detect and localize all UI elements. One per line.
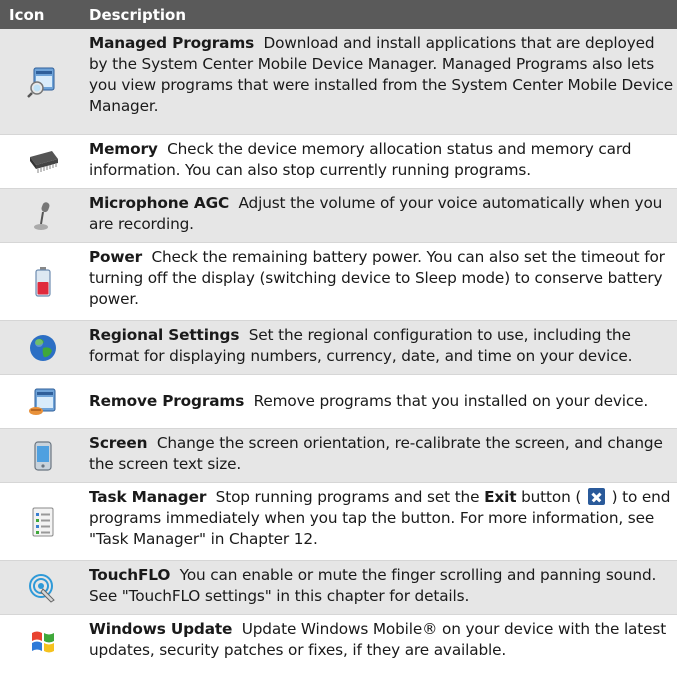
- description-cell: Screen Change the screen orientation, re…: [85, 429, 677, 482]
- row-title: Remove Programs: [89, 392, 245, 410]
- description-cell: Power Check the remaining battery power.…: [85, 243, 677, 320]
- description-cell: Remove Programs Remove programs that you…: [85, 375, 677, 428]
- row-text-b: button (: [521, 488, 582, 506]
- description-cell: Microphone AGC Adjust the volume of your…: [85, 189, 677, 242]
- row-title: Regional Settings: [89, 326, 240, 344]
- table-row: Regional Settings Set the regional confi…: [0, 321, 677, 375]
- table-row: Screen Change the screen orientation, re…: [0, 429, 677, 483]
- row-text-a: Stop running programs and set the: [215, 488, 480, 506]
- battery-icon: [0, 243, 85, 320]
- row-text: You can enable or mute the finger scroll…: [89, 566, 657, 605]
- windows-flag-icon: [0, 615, 85, 669]
- row-text: Change the screen orientation, re-calibr…: [89, 434, 663, 473]
- table-row: Windows Update Update Windows Mobile® on…: [0, 615, 677, 669]
- remove-programs-icon: [0, 375, 85, 428]
- description-cell: Memory Check the device memory allocatio…: [85, 135, 677, 188]
- touchflo-icon: [0, 561, 85, 614]
- table-row: Memory Check the device memory allocatio…: [0, 135, 677, 189]
- row-title: Managed Programs: [89, 34, 255, 52]
- row-text: Remove programs that you installed on yo…: [253, 392, 649, 410]
- managed-programs-icon: [0, 29, 85, 134]
- table-header: Icon Description: [0, 0, 677, 29]
- exit-label: Exit: [484, 488, 517, 506]
- description-column-header: Description: [89, 5, 187, 24]
- table-row: Microphone AGC Adjust the volume of your…: [0, 189, 677, 243]
- settings-icon-table: Icon Description Managed Programs Downlo…: [0, 0, 677, 669]
- table-row: Managed Programs Download and install ap…: [0, 29, 677, 135]
- row-text: Check the device memory allocation statu…: [89, 140, 632, 179]
- description-cell: Windows Update Update Windows Mobile® on…: [85, 615, 677, 669]
- row-title: TouchFLO: [89, 566, 171, 584]
- memory-chip-icon: [0, 135, 85, 188]
- microphone-icon: [0, 189, 85, 242]
- screen-device-icon: [0, 429, 85, 482]
- row-title: Screen: [89, 434, 148, 452]
- globe-icon: [0, 321, 85, 374]
- row-title: Microphone AGC: [89, 194, 230, 212]
- close-icon: [587, 488, 605, 505]
- row-text: Check the remaining battery power. You c…: [89, 248, 665, 308]
- table-row: Remove Programs Remove programs that you…: [0, 375, 677, 429]
- row-title: Task Manager: [89, 488, 207, 506]
- description-cell: Task Manager Stop running programs and s…: [85, 483, 677, 560]
- row-title: Memory: [89, 140, 158, 158]
- table-row: Power Check the remaining battery power.…: [0, 243, 677, 321]
- table-row: TouchFLO You can enable or mute the fing…: [0, 561, 677, 615]
- icon-column-header: Icon: [9, 5, 45, 24]
- task-manager-icon: [0, 483, 85, 560]
- description-cell: TouchFLO You can enable or mute the fing…: [85, 561, 677, 614]
- description-cell: Regional Settings Set the regional confi…: [85, 321, 677, 374]
- table-row: Task Manager Stop running programs and s…: [0, 483, 677, 561]
- row-title: Windows Update: [89, 620, 233, 638]
- description-cell: Managed Programs Download and install ap…: [85, 29, 677, 134]
- row-title: Power: [89, 248, 143, 266]
